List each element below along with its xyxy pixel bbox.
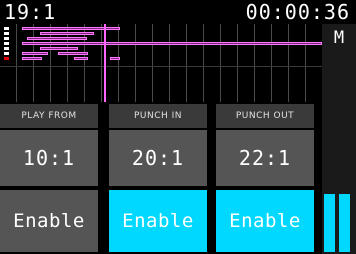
grid-line xyxy=(50,24,51,102)
grid-line xyxy=(271,24,272,102)
track-marker xyxy=(4,47,9,50)
clip[interactable] xyxy=(40,32,94,35)
clip[interactable] xyxy=(40,47,78,50)
punch-out-column: PUNCH OUT 22:1 Enable xyxy=(216,104,314,252)
grid-line xyxy=(135,24,136,102)
grid-line xyxy=(169,24,170,102)
elapsed-time: 00:00:36 xyxy=(245,0,350,24)
grid-line xyxy=(152,24,153,102)
track-marker xyxy=(4,52,9,55)
punch-in-enable-button[interactable]: Enable xyxy=(109,190,207,252)
punch-in-label: PUNCH IN xyxy=(109,104,207,128)
monitor-label[interactable]: M xyxy=(322,28,356,48)
clip[interactable] xyxy=(58,52,88,55)
grid-line xyxy=(220,24,221,102)
clip[interactable] xyxy=(110,57,120,60)
track-marker-active xyxy=(4,57,9,60)
header-bar: 19:1 00:00:36 xyxy=(0,0,356,24)
punch-out-value[interactable]: 22:1 xyxy=(216,130,314,186)
grid-line xyxy=(84,24,85,102)
grid-line xyxy=(16,24,17,102)
punch-in-column: PUNCH IN 20:1 Enable xyxy=(109,104,207,252)
grid-line xyxy=(186,24,187,102)
grid-line xyxy=(33,24,34,102)
punch-out-label: PUNCH OUT xyxy=(216,104,314,128)
track-marker xyxy=(4,37,9,40)
song-position: 19:1 xyxy=(4,0,57,24)
clip[interactable] xyxy=(27,37,87,40)
level-meter-right xyxy=(339,194,350,252)
clip[interactable] xyxy=(22,52,48,55)
grid-line xyxy=(67,24,68,102)
play-from-label: PLAY FROM xyxy=(0,104,98,128)
screen: 19:1 00:00:36 M PLAY FROM 10:1 Enable PU… xyxy=(0,0,356,254)
clip[interactable] xyxy=(74,57,88,60)
arrangement-timeline[interactable] xyxy=(0,24,322,102)
playhead[interactable] xyxy=(104,24,106,102)
grid-line xyxy=(237,24,238,102)
grid-line xyxy=(101,24,102,102)
grid-line xyxy=(254,24,255,102)
grid-line xyxy=(118,24,119,102)
level-meter-left xyxy=(324,194,335,252)
play-from-value[interactable]: 10:1 xyxy=(0,130,98,186)
punch-in-value[interactable]: 20:1 xyxy=(109,130,207,186)
track-marker xyxy=(4,32,9,35)
track-marker xyxy=(4,42,9,45)
grid-line xyxy=(288,24,289,102)
grid-line xyxy=(203,24,204,102)
clip[interactable] xyxy=(22,57,42,60)
clip[interactable] xyxy=(22,42,322,45)
play-from-column: PLAY FROM 10:1 Enable xyxy=(0,104,98,252)
punch-out-enable-button[interactable]: Enable xyxy=(216,190,314,252)
grid-line xyxy=(0,66,322,67)
grid-line xyxy=(305,24,306,102)
play-from-enable-button[interactable]: Enable xyxy=(0,190,98,252)
track-marker xyxy=(4,27,9,30)
